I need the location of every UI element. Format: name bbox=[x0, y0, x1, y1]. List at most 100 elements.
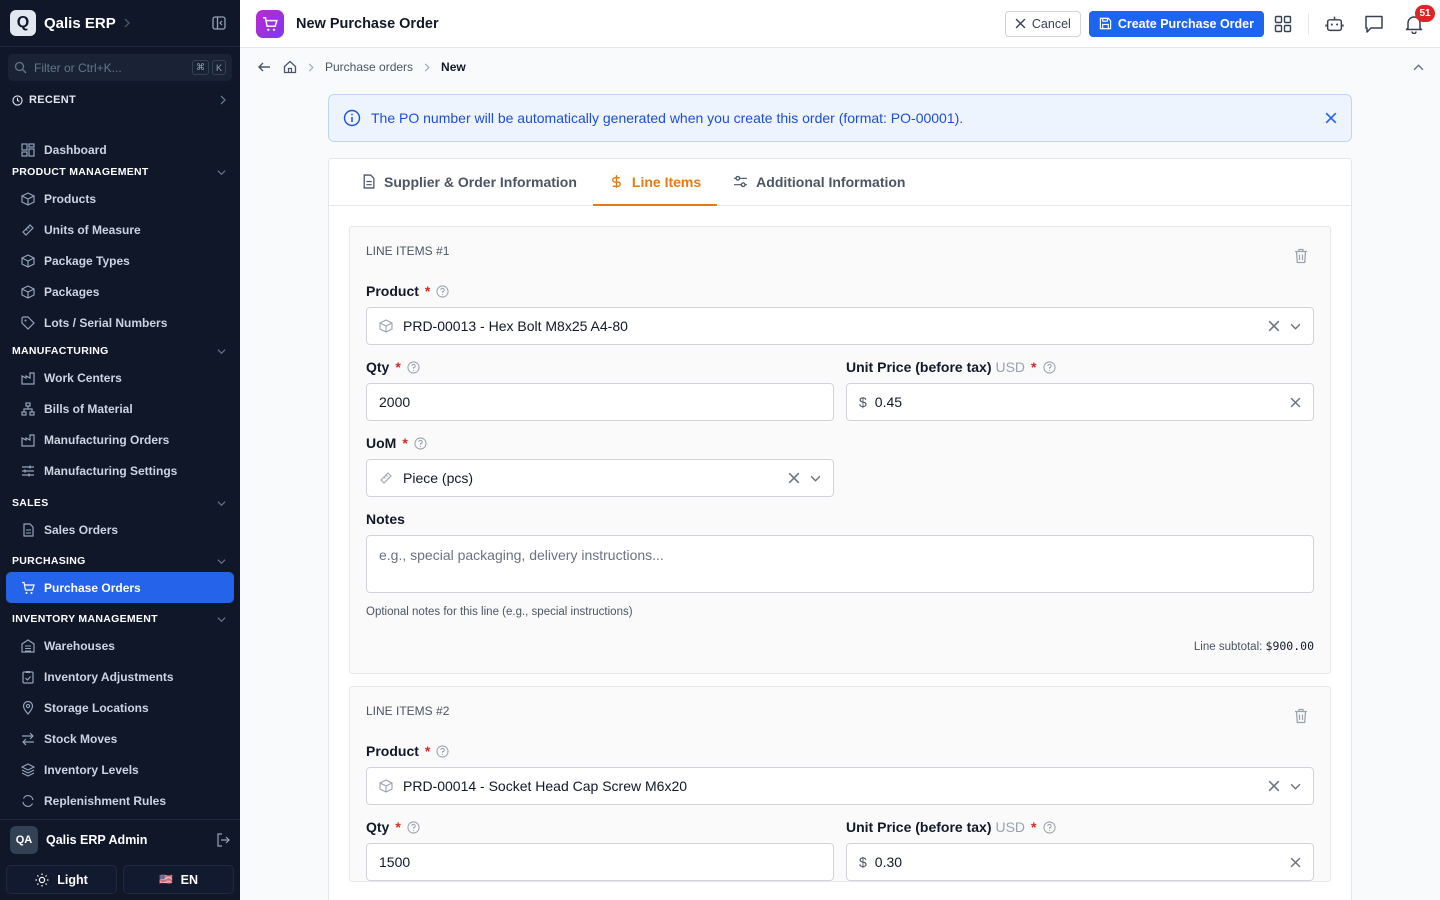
chevron-up-icon[interactable] bbox=[1413, 62, 1424, 73]
qty-label: Qty * bbox=[366, 817, 834, 837]
unit-price-input[interactable]: $ 0.45 bbox=[846, 383, 1314, 421]
notes-hint: Optional notes for this line (e.g., spec… bbox=[366, 606, 633, 618]
box-icon bbox=[379, 319, 393, 333]
clear-icon[interactable] bbox=[1268, 320, 1280, 332]
sidebar-item-manufacturing-settings[interactable]: Manufacturing Settings bbox=[6, 455, 234, 486]
layers-icon bbox=[20, 762, 36, 778]
breadcrumb-parent[interactable]: Purchase orders bbox=[325, 60, 413, 74]
cancel-button[interactable]: Cancel bbox=[1004, 10, 1081, 37]
product-select[interactable]: PRD-00013 - Hex Bolt M8x25 A4-80 bbox=[366, 307, 1314, 345]
sidebar-item-sales-orders[interactable]: Sales Orders bbox=[6, 514, 234, 545]
product-value: PRD-00014 - Socket Head Cap Screw M6x20 bbox=[403, 778, 688, 794]
box-icon bbox=[20, 191, 36, 207]
sidebar-item-stock-moves[interactable]: Stock Moves bbox=[6, 723, 234, 754]
uom-select[interactable]: Piece (pcs) bbox=[366, 459, 834, 497]
bot-icon[interactable] bbox=[1325, 14, 1344, 33]
back-arrow-icon[interactable] bbox=[257, 60, 271, 74]
sidebar-search[interactable]: Filter or Ctrl+K... ⌘ K bbox=[8, 54, 232, 81]
unit-price-input[interactable]: $ 0.30 bbox=[846, 843, 1314, 881]
theme-toggle-button[interactable]: Light bbox=[6, 865, 117, 894]
clear-icon[interactable] bbox=[1268, 780, 1280, 792]
group-inventory-management[interactable]: INVENTORY MANAGEMENT bbox=[0, 608, 240, 630]
sidebar-item-purchase-orders[interactable]: Purchase Orders bbox=[6, 572, 234, 603]
sidebar-item-storage-locations[interactable]: Storage Locations bbox=[6, 692, 234, 723]
notes-textarea[interactable]: e.g., special packaging, delivery instru… bbox=[366, 535, 1314, 593]
sidebar-item-label: Manufacturing Orders bbox=[44, 432, 170, 447]
logout-icon[interactable] bbox=[216, 833, 230, 847]
help-icon[interactable] bbox=[407, 820, 420, 834]
help-icon[interactable] bbox=[407, 360, 420, 374]
label-text: Unit Price (before tax) bbox=[846, 819, 992, 835]
dashboard-icon bbox=[20, 142, 36, 158]
label-text: Notes bbox=[366, 511, 405, 527]
required-marker: * bbox=[424, 283, 431, 299]
trash-icon[interactable] bbox=[1294, 248, 1308, 264]
sidebar-item-products[interactable]: Products bbox=[6, 183, 234, 214]
apps-grid-icon[interactable] bbox=[1274, 15, 1292, 33]
line-item: LINE ITEMS #2 Product * PRD-00014 - Sock… bbox=[349, 686, 1331, 882]
sidebar-item-inventory-adjustments[interactable]: Inventory Adjustments bbox=[6, 661, 234, 692]
dollar-icon bbox=[609, 174, 624, 189]
product-label: Product * bbox=[366, 281, 1314, 301]
chevron-down-icon[interactable] bbox=[1290, 781, 1301, 792]
group-product-management[interactable]: PRODUCT MANAGEMENT bbox=[0, 161, 240, 183]
ruler-icon bbox=[20, 222, 36, 238]
sidebar-item-work-centers[interactable]: Work Centers bbox=[6, 362, 234, 393]
required-marker: * bbox=[395, 359, 401, 375]
trash-icon[interactable] bbox=[1294, 708, 1308, 724]
app-logo[interactable]: Q bbox=[10, 10, 36, 36]
sidebar: Q Qalis ERP Filter or Ctrl+K... ⌘ K RECE… bbox=[0, 0, 240, 900]
sidebar-item-bom[interactable]: Bills of Material bbox=[6, 393, 234, 424]
help-icon[interactable] bbox=[436, 744, 449, 758]
group-sales[interactable]: SALES bbox=[0, 492, 240, 514]
clear-icon[interactable] bbox=[1290, 397, 1301, 408]
notification-badge: 51 bbox=[1415, 4, 1435, 22]
group-purchasing[interactable]: PURCHASING bbox=[0, 550, 240, 572]
sidebar-item-packages[interactable]: Packages bbox=[6, 276, 234, 307]
uom-value: Piece (pcs) bbox=[403, 470, 474, 486]
chat-icon[interactable] bbox=[1364, 14, 1384, 34]
bell-icon[interactable]: 51 bbox=[1404, 4, 1435, 34]
tab-supplier-order-information[interactable]: Supplier & Order Information bbox=[345, 159, 593, 206]
unit-price-group: Unit Price (before tax) USD * $ 0.45 bbox=[846, 357, 1314, 421]
chevron-right-icon[interactable] bbox=[122, 18, 132, 28]
language-button[interactable]: 🇺🇸 EN bbox=[123, 865, 234, 894]
chevron-down-icon[interactable] bbox=[1290, 321, 1301, 332]
tag-icon bbox=[20, 315, 36, 331]
sidebar-toggle-icon[interactable] bbox=[212, 16, 226, 30]
tab-line-items[interactable]: Line Items bbox=[592, 159, 718, 206]
close-icon[interactable] bbox=[1325, 112, 1337, 124]
search-input[interactable]: Filter or Ctrl+K... bbox=[34, 61, 189, 75]
recent-section[interactable]: RECENT bbox=[12, 94, 228, 106]
help-icon[interactable] bbox=[1042, 820, 1056, 834]
us-flag-icon: 🇺🇸 bbox=[158, 873, 173, 886]
user-menu[interactable]: QA Qalis ERP Admin bbox=[0, 820, 240, 860]
qty-value: 1500 bbox=[379, 854, 411, 870]
save-icon bbox=[1099, 17, 1112, 30]
sidebar-item-label: Units of Measure bbox=[44, 222, 141, 237]
clear-icon[interactable] bbox=[1290, 857, 1301, 868]
sidebar-item-replenishment-rules[interactable]: Replenishment Rules bbox=[6, 785, 234, 816]
avatar: QA bbox=[10, 826, 38, 854]
group-manufacturing[interactable]: MANUFACTURING bbox=[0, 340, 240, 362]
help-icon[interactable] bbox=[1042, 360, 1056, 374]
tab-additional-information[interactable]: Additional Information bbox=[717, 159, 921, 206]
help-icon[interactable] bbox=[414, 436, 427, 450]
qty-input[interactable]: 2000 bbox=[366, 383, 834, 421]
chevron-down-icon[interactable] bbox=[810, 473, 821, 484]
sidebar-item-units-of-measure[interactable]: Units of Measure bbox=[6, 214, 234, 245]
refresh-icon bbox=[20, 793, 36, 809]
sidebar-item-warehouses[interactable]: Warehouses bbox=[6, 630, 234, 661]
help-icon[interactable] bbox=[436, 284, 449, 298]
sidebar-item-lots[interactable]: Lots / Serial Numbers bbox=[6, 307, 234, 338]
create-purchase-order-button[interactable]: Create Purchase Order bbox=[1088, 10, 1264, 37]
home-icon[interactable] bbox=[283, 60, 297, 74]
sidebar-item-manufacturing-orders[interactable]: Manufacturing Orders bbox=[6, 424, 234, 455]
qty-input[interactable]: 1500 bbox=[366, 843, 834, 881]
clear-icon[interactable] bbox=[788, 472, 800, 484]
app-name[interactable]: Qalis ERP bbox=[44, 15, 116, 32]
sidebar-item-inventory-levels[interactable]: Inventory Levels bbox=[6, 754, 234, 785]
product-select[interactable]: PRD-00014 - Socket Head Cap Screw M6x20 bbox=[366, 767, 1314, 805]
breadcrumb: Purchase orders New bbox=[240, 48, 1440, 86]
sidebar-item-package-types[interactable]: Package Types bbox=[6, 245, 234, 276]
